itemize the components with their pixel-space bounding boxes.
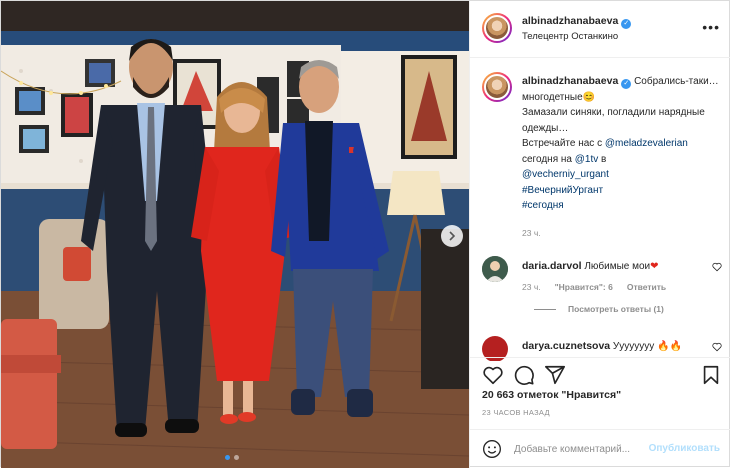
post-caption: albinadzhanabaeva ✓ Собрались-таки… много… [470, 61, 730, 361]
carousel-indicator [225, 455, 239, 460]
comment-input[interactable] [514, 440, 642, 458]
commenter-username[interactable]: darya.cuznetsova [522, 340, 610, 352]
author-username-wrap: albinadzhanabaeva ✓ [522, 15, 632, 29]
comment-like-heart-icon[interactable] [712, 342, 722, 352]
author-username[interactable]: albinadzhanabaeva [522, 15, 618, 27]
next-photo-button[interactable] [441, 225, 463, 247]
instagram-post: albinadzhanabaeva ✓ Телецентр Останкино •… [0, 0, 730, 468]
comment-likes-count[interactable]: "Нравится": 6 [555, 282, 613, 292]
author-avatar[interactable] [482, 13, 512, 43]
post-location[interactable]: Телецентр Останкино [522, 31, 618, 42]
hashtag-link[interactable]: #сегодня [522, 200, 564, 211]
replies-divider [534, 308, 556, 310]
comment-like-heart-icon[interactable] [712, 262, 722, 272]
comment-icon[interactable] [513, 364, 535, 386]
verified-badge-icon: ✓ [621, 19, 632, 29]
mention-link[interactable]: @1tv [575, 154, 599, 165]
caption-line-2: Замазали синяки, погладили нарядные одеж… [522, 107, 705, 134]
caption-line-4: сегодня на [522, 153, 575, 165]
comment-body: Уууууууу [612, 341, 655, 352]
commenter-username[interactable]: daria.darvol [522, 260, 582, 272]
carousel-dot-active [225, 455, 230, 460]
chevron-right-icon [449, 231, 456, 241]
post-header: albinadzhanabaeva ✓ Телецентр Останкино •… [470, 1, 730, 58]
post-sidebar: albinadzhanabaeva ✓ Телецентр Останкино •… [469, 1, 730, 468]
photo-image [1, 1, 469, 468]
comment-text: daria.darvol Любимые мои❤ [522, 260, 702, 272]
view-replies-label: Посмотреть ответы (1) [568, 304, 664, 314]
caption-line-3: Встречайте нас с [522, 138, 605, 149]
comment-text: darya.cuznetsova Уууууууу 🔥🔥 [522, 340, 702, 352]
more-horizontal-icon[interactable]: ••• [702, 19, 720, 35]
mention-link[interactable]: @vecherniy_urgant [522, 169, 609, 180]
verified-badge-icon: ✓ [621, 79, 632, 89]
add-comment-bar: Опубликовать [470, 429, 730, 468]
caption-line-5: в [598, 153, 607, 165]
view-replies-button[interactable]: Посмотреть ответы (1) [534, 304, 664, 314]
post-date[interactable]: 23 ЧАСОВ НАЗАД [482, 408, 550, 417]
post-photo[interactable] [1, 1, 469, 468]
post-actions-bar [470, 357, 730, 391]
red-heart-emoji-icon: ❤ [650, 261, 659, 272]
smile-emoji-icon: 😊 [582, 91, 596, 103]
likes-count[interactable]: 20 663 отметок "Нравится" [482, 389, 621, 401]
fire-emoji-icon: 🔥🔥 [657, 341, 682, 352]
emoji-icon[interactable] [482, 439, 502, 459]
carousel-dot [234, 455, 239, 460]
mention-link[interactable]: @meladzevalerian [605, 138, 688, 149]
publish-comment-button[interactable]: Опубликовать [649, 443, 720, 454]
caption-text: albinadzhanabaeva ✓ Собрались-таки… много… [522, 74, 722, 214]
caption-author-username[interactable]: albinadzhanabaeva [522, 75, 618, 87]
bookmark-icon[interactable] [700, 364, 722, 386]
comment-meta: 23 ч. "Нравится": 6 Ответить [522, 282, 666, 292]
comment-item: daria.darvol Любимые мои❤ 23 ч. "Нравитс… [482, 256, 722, 326]
share-icon[interactable] [544, 364, 566, 386]
hashtag-link[interactable]: #ВечернийУргант [522, 185, 603, 196]
comment-time[interactable]: 23 ч. [522, 282, 541, 292]
commenter-avatar[interactable] [482, 256, 508, 282]
comment-body: Любимые мои [584, 261, 651, 272]
caption-time[interactable]: 23 ч. [522, 228, 541, 238]
caption-author-avatar[interactable] [482, 72, 512, 102]
heart-icon[interactable] [482, 364, 504, 386]
reply-button[interactable]: Ответить [627, 282, 666, 292]
